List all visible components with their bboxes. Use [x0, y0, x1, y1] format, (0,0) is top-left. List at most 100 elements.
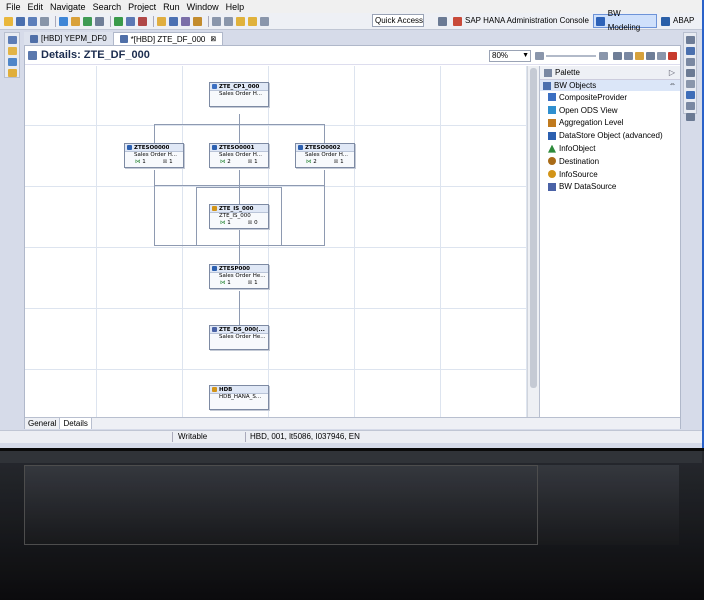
- problems-icon[interactable]: [685, 69, 695, 77]
- palette-item-aggregation-level[interactable]: Aggregation Level: [540, 117, 680, 130]
- pen-icon[interactable]: [193, 16, 202, 26]
- node-source-system[interactable]: HDB HDB_HANA_S...: [209, 385, 269, 410]
- palette-item-compositeprovider[interactable]: CompositeProvider: [540, 91, 680, 104]
- package-icon[interactable]: [7, 69, 17, 77]
- filter-icon[interactable]: [635, 52, 644, 60]
- scrollbar-thumb[interactable]: [530, 68, 537, 388]
- status-system-info: HBD, 001, lt5086, I037946, EN: [250, 432, 360, 441]
- new-icon[interactable]: [4, 16, 13, 26]
- layout-icon[interactable]: [613, 52, 622, 60]
- zoom-in-icon[interactable]: [599, 52, 608, 60]
- chevron-down-icon: ▼: [522, 52, 529, 59]
- menu-navigate[interactable]: Navigate: [50, 2, 86, 12]
- vertical-scrollbar[interactable]: [527, 66, 539, 417]
- palette-item-open-ods-view[interactable]: Open ODS View: [540, 104, 680, 117]
- console-icon[interactable]: [685, 91, 695, 99]
- settings-icon[interactable]: [95, 16, 104, 26]
- history-icon[interactable]: [260, 16, 269, 26]
- connect-icon[interactable]: [59, 16, 68, 26]
- check-icon[interactable]: [83, 16, 92, 26]
- node-datastore-2[interactable]: ZTESO0002 Sales Order H... ⋈ 2 ⊠ 1: [295, 143, 355, 168]
- editor-tab-bar: [HBD] YEPM_DF0 *[HBD] ZTE_DF_000 ⊠: [24, 32, 681, 45]
- prev-annotation-icon[interactable]: [224, 16, 233, 26]
- open-type-icon[interactable]: [157, 16, 166, 26]
- restore-view-icon[interactable]: [685, 36, 695, 44]
- palette-item-bw-datasource[interactable]: BW DataSource: [540, 181, 680, 194]
- tab-details[interactable]: Details: [60, 418, 92, 429]
- node-datastore-1[interactable]: ZTESO0001 Sales Order H... ⋈ 2 ⊠ 1: [209, 143, 269, 168]
- node-datastore-0[interactable]: ZTESO0000 Sales Order H... ⋈ 1 ⊠ 1: [124, 143, 184, 168]
- node-infosource[interactable]: ZTE_IS_000 ZTE_IS_000 ⋈ 1 ⊠ 0: [209, 204, 269, 229]
- menu-run[interactable]: Run: [163, 2, 180, 12]
- repository-icon[interactable]: [7, 58, 17, 66]
- perspective-hana-admin[interactable]: SAP HANA Administration Console: [451, 14, 591, 28]
- activate-icon[interactable]: [71, 16, 80, 26]
- node-composite-provider[interactable]: ZTE_CP1_000 Sales Order H...: [209, 82, 269, 107]
- datastore-icon: [548, 131, 556, 140]
- palette-item-datastore-object[interactable]: DataStore Object (advanced): [540, 129, 680, 142]
- menu-window[interactable]: Window: [187, 2, 219, 12]
- folder-icon[interactable]: [7, 47, 17, 55]
- perspective-abap[interactable]: ABAP: [659, 14, 699, 28]
- abap-icon: [661, 16, 670, 26]
- tab-yepm-df0[interactable]: [HBD] YEPM_DF0: [24, 32, 113, 45]
- tasks-icon[interactable]: [685, 113, 695, 121]
- next-annotation-icon[interactable]: [212, 16, 221, 26]
- outbound-count: ⊠ 0: [247, 220, 258, 226]
- save-icon[interactable]: [16, 16, 25, 26]
- palette-item-destination[interactable]: Destination: [540, 155, 680, 168]
- back-icon[interactable]: [236, 16, 245, 26]
- outbound-count: ⊠ 1: [333, 159, 344, 165]
- dataflow-icon: [28, 51, 37, 60]
- quick-access-field[interactable]: Quick Access: [372, 14, 424, 27]
- menu-edit[interactable]: Edit: [28, 2, 44, 12]
- composite-provider-icon: [548, 93, 556, 102]
- open-perspective-icon[interactable]: [438, 17, 447, 26]
- run-icon[interactable]: [114, 16, 123, 26]
- project-explorer-icon[interactable]: [7, 36, 17, 44]
- export-icon[interactable]: [646, 52, 655, 60]
- forward-icon[interactable]: [248, 16, 257, 26]
- outbound-count: ⊠ 1: [247, 159, 258, 165]
- window-reflection: [0, 451, 704, 600]
- zoom-slider[interactable]: [546, 55, 596, 57]
- search-icon[interactable]: [181, 16, 190, 26]
- source-system-icon: [212, 387, 217, 392]
- outline-icon[interactable]: [685, 47, 695, 55]
- zoom-out-icon[interactable]: [535, 52, 544, 60]
- pin-icon[interactable]: ⇔: [669, 81, 676, 88]
- diagram-canvas[interactable]: ZTE_CP1_000 Sales Order H... ZTESO0000 S…: [25, 66, 527, 417]
- history-view-icon[interactable]: [685, 80, 695, 88]
- menu-search[interactable]: Search: [93, 2, 122, 12]
- collapse-icon[interactable]: ▷: [669, 68, 675, 77]
- zoom-select[interactable]: 80% ▼: [489, 50, 531, 62]
- menu-file[interactable]: File: [6, 2, 21, 12]
- delete-icon[interactable]: [668, 52, 677, 60]
- properties-icon[interactable]: [685, 58, 695, 66]
- print-icon[interactable]: [40, 16, 49, 26]
- palette-item-infoobject[interactable]: InfoObject: [540, 142, 680, 155]
- external-tools-icon[interactable]: [138, 16, 147, 26]
- open-object-icon[interactable]: [169, 16, 178, 26]
- tab-general[interactable]: General: [25, 418, 61, 429]
- tab-zte-df-000[interactable]: *[HBD] ZTE_DF_000 ⊠: [112, 32, 224, 46]
- palette-drawer-bw-objects[interactable]: BW Objects ⇔: [540, 80, 680, 91]
- log-icon[interactable]: [685, 102, 695, 110]
- infoobject-icon: [548, 144, 556, 153]
- close-icon[interactable]: ⊠: [210, 33, 216, 46]
- open-ods-view-icon: [548, 106, 556, 115]
- palette-header[interactable]: Palette ▷: [540, 66, 680, 80]
- inbound-count: ⋈ 2: [220, 159, 231, 165]
- perspective-bw-modeling[interactable]: BW Modeling: [593, 9, 657, 32]
- editor-header: Details: ZTE_DF_000 80% ▼: [25, 46, 680, 65]
- node-datastore-sp[interactable]: ZTESP000 Sales Order He... ⋈ 1 ⊠ 1: [209, 264, 269, 289]
- debug-icon[interactable]: [126, 16, 135, 26]
- hana-admin-icon: [453, 16, 462, 26]
- menu-project[interactable]: Project: [128, 2, 156, 12]
- palette-item-infosource[interactable]: InfoSource: [540, 168, 680, 181]
- fit-icon[interactable]: [624, 52, 633, 60]
- menu-help[interactable]: Help: [226, 2, 245, 12]
- save-all-icon[interactable]: [28, 16, 37, 26]
- link-icon[interactable]: [657, 52, 666, 60]
- node-bw-datasource[interactable]: ZTE_DS_000(... Sales Order He...: [209, 325, 269, 350]
